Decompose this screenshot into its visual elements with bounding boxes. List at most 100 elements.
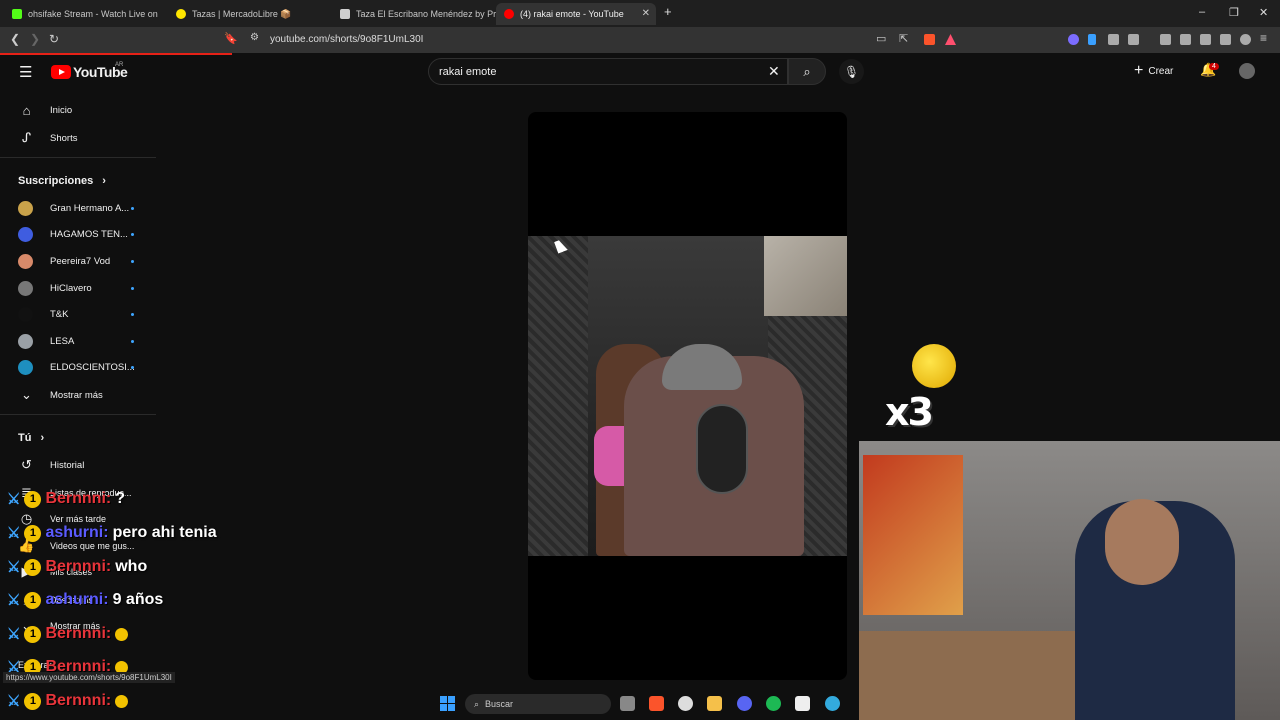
sidebar-item-label: Videos que me gus... [50,541,135,551]
chat-text: pero ahi tenia [112,524,217,541]
wallet-icon[interactable] [1128,34,1139,45]
tab-title: Taza El Escribano Menéndez by Prod [356,9,496,19]
brave-icon[interactable] [649,696,664,711]
ccleaner-icon[interactable] [825,696,840,711]
sidebar-item-subscription[interactable]: HiClavero [18,281,92,296]
you-header[interactable]: Tú › [18,432,44,444]
task-view-icon[interactable] [620,696,635,711]
sword-badge-icon: ⚔ [7,525,21,542]
video-inset [764,236,847,316]
search-input[interactable]: rakai emote [439,66,496,78]
sword-badge-icon: ⚔ [7,559,21,576]
sidebar-item-subscription[interactable]: ELDOSCIENTOSI... [18,360,135,375]
clear-search-icon[interactable]: ✕ [768,63,780,80]
restore-icon[interactable]: ❐ [1229,6,1239,19]
file-explorer-icon[interactable] [707,696,722,711]
status-bar-url: https://www.youtube.com/shorts/9o8F1UmL3… [3,672,175,683]
sword-badge-icon: ⚔ [7,626,21,643]
back-icon[interactable]: ❮ [10,32,20,46]
ai-icon[interactable] [1220,34,1231,45]
chevron-right-icon: › [102,175,106,187]
site-info-icon[interactable]: ⚙ [250,32,259,43]
sidebar-item-subscription[interactable]: LESA [18,334,74,349]
new-tab-button[interactable]: + [664,4,672,19]
voice-search-button[interactable]: 🎙 [839,59,864,84]
sub-badge: 1 [24,625,42,643]
create-button[interactable]: + Crear [1134,62,1173,80]
channel-avatar [18,254,33,269]
taskbar-search[interactable]: ⌕ Buscar [465,694,611,714]
sidebar-item-subscription[interactable]: T&K [18,307,68,322]
sidebar-item-shorts[interactable]: ᔑ Shorts [18,130,78,146]
search-button[interactable]: ⌕ [788,58,826,85]
tab-mercadolibre[interactable]: Tazas | MercadoLibre 📦 [168,3,332,25]
kick-icon [12,9,22,19]
reload-icon[interactable]: ↻ [49,32,59,46]
obs-icon[interactable] [795,696,810,711]
emote-icon [912,344,956,388]
chat-message: ⚔ 1 Bernnni: who [7,558,147,576]
new-content-dot [131,313,134,316]
address-bar[interactable]: youtube.com/shorts/9o8F1UmL30I [270,34,423,45]
spotify-icon[interactable] [766,696,781,711]
forward-icon[interactable]: ❯ [30,32,40,46]
youtube-play-icon [51,65,71,79]
chat-username: ashurni: [45,591,109,608]
plus-icon: + [1134,62,1144,79]
brave-rewards-icon[interactable] [945,34,956,45]
media-icon[interactable] [1160,34,1171,45]
sidebar-item-subscription[interactable]: Gran Hermano A... [18,201,129,216]
brave-shields-icon[interactable] [924,34,935,45]
bookmark-icon[interactable]: 🔖 [224,32,238,45]
windows-start-icon[interactable] [440,696,455,711]
browser-tab-bar: ohsifake Stream - Watch Live on Tazas | … [0,0,1280,27]
tab-title: Tazas | MercadoLibre 📦 [192,8,292,19]
avatar[interactable] [1239,63,1255,79]
cast-icon[interactable]: ▭ [876,32,886,45]
tab-kick[interactable]: ohsifake Stream - Watch Live on [4,3,168,25]
sidebar-item-subscription[interactable]: Peereira7 Vod [18,254,110,269]
mercadolibre-icon [176,9,186,19]
tab-youtube[interactable]: (4) rakai emote - YouTube ✕ [496,3,656,25]
channel-name: T&K [50,309,69,320]
sidebar-icon[interactable] [1180,34,1191,45]
subscriptions-header[interactable]: Suscripciones › [18,175,106,187]
tab-taza[interactable]: Taza El Escribano Menéndez by Prod [332,3,496,25]
sidebar-item-inicio[interactable]: ⌂ Inicio [18,103,73,118]
chevron-down-icon: ⌄ [21,387,32,402]
menu-icon[interactable]: ≡ [1260,31,1267,45]
sidebar-item-subscription[interactable]: HAGAMOS TEN... [18,227,128,242]
extensions-icon[interactable] [1108,34,1119,45]
chat-username: Bernnni: [45,558,112,575]
tab-title: (4) rakai emote - YouTube [520,9,624,19]
section-title: Suscripciones [18,175,94,187]
sidebar-item-label: Inicio [50,105,73,116]
close-tab-icon[interactable]: ✕ [642,8,650,19]
search-icon: ⌕ [803,63,811,79]
sidebar-item-historial[interactable]: ↺ Historial [18,457,84,473]
minimize-icon[interactable]: – [1199,6,1205,18]
tabs-icon[interactable] [1200,34,1211,45]
share-icon[interactable]: ⇱ [899,32,908,45]
emoji-icon [115,627,129,641]
hamburger-menu-icon[interactable]: ☰ [19,63,32,81]
youtube-icon [504,9,514,19]
leo-icon[interactable] [1068,34,1079,45]
hat [662,344,742,390]
browser-nav-bar: ❮ ❯ ↻ 🔖 ⚙ youtube.com/shorts/9o8F1UmL30I… [0,27,1280,53]
new-content-dot [131,207,134,210]
chrome-icon[interactable] [678,696,693,711]
shorts-video-player[interactable] [528,112,847,680]
discord-icon[interactable] [737,696,752,711]
sidebar-divider [0,414,156,415]
sidebar-item-label: Ver más tarde [50,514,107,524]
close-window-icon[interactable]: ✕ [1259,6,1268,19]
show-more-button[interactable]: ⌄ Mostrar más [18,387,103,403]
new-content-dot [131,366,134,369]
history-icon: ↺ [21,457,32,472]
channel-name: HAGAMOS TEN... [50,229,128,240]
chevron-right-icon: › [40,432,45,444]
channel-name: Gran Hermano A... [50,203,130,214]
vpn-icon[interactable] [1240,34,1251,45]
audio-icon[interactable] [1088,34,1096,45]
